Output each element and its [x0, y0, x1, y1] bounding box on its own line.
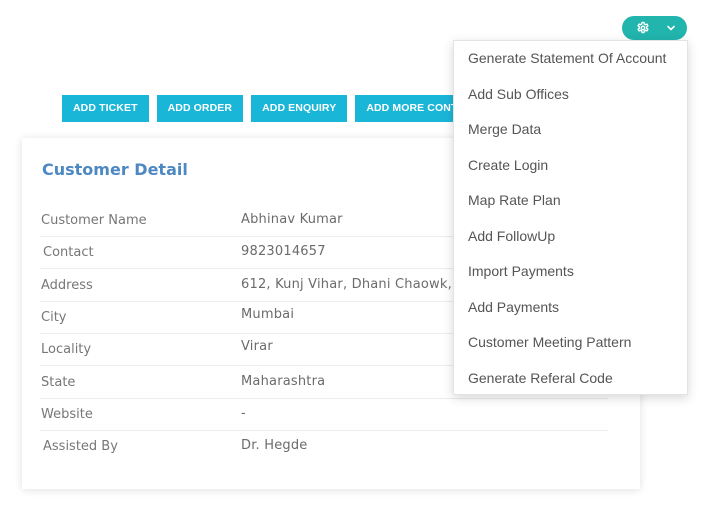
detail-label: Website — [41, 407, 93, 422]
chevron-down-icon — [666, 23, 676, 33]
menu-item-add-sub-offices[interactable]: Add Sub Offices — [454, 77, 687, 113]
detail-value: Virar — [241, 339, 273, 354]
gear-icon — [636, 21, 650, 35]
detail-label: Customer Name — [41, 213, 147, 228]
detail-value: 612, Kunj Vihar, Dhani Chaowk, Vi — [241, 277, 469, 292]
detail-value: Mumbai — [241, 307, 295, 322]
detail-label: Locality — [41, 342, 92, 357]
settings-dropdown-toggle[interactable] — [622, 16, 687, 40]
settings-dropdown-menu: Generate Statement Of Account Add Sub Of… — [453, 40, 688, 395]
menu-item-add-payments[interactable]: Add Payments — [454, 290, 687, 326]
detail-value: - — [241, 406, 246, 421]
card-title: Customer Detail — [42, 160, 188, 179]
detail-label: Contact — [43, 245, 94, 260]
menu-item-customer-meeting-pattern[interactable]: Customer Meeting Pattern — [454, 325, 687, 361]
menu-item-generate-statement[interactable]: Generate Statement Of Account — [454, 41, 687, 77]
menu-item-merge-data[interactable]: Merge Data — [454, 112, 687, 148]
detail-value: Maharashtra — [241, 374, 326, 389]
add-order-button[interactable]: ADD ORDER — [156, 95, 244, 122]
menu-item-create-login[interactable]: Create Login — [454, 148, 687, 184]
detail-value: Dr. Hegde — [241, 438, 308, 453]
detail-label: Address — [41, 278, 93, 293]
detail-row-assisted-by: Assisted By Dr. Hegde — [40, 431, 608, 463]
detail-label: City — [41, 310, 67, 325]
action-bar: ADD TICKET ADD ORDER ADD ENQUIRY ADD MOR… — [62, 95, 497, 122]
menu-item-add-followup[interactable]: Add FollowUp — [454, 219, 687, 255]
add-enquiry-button[interactable]: ADD ENQUIRY — [251, 95, 348, 122]
menu-item-import-payments[interactable]: Import Payments — [454, 254, 687, 290]
detail-label: Assisted By — [43, 439, 118, 454]
add-ticket-button[interactable]: ADD TICKET — [62, 95, 149, 122]
detail-value: 9823014657 — [241, 244, 326, 259]
detail-label: State — [41, 375, 76, 390]
detail-value: Abhinav Kumar — [241, 212, 343, 227]
detail-row-website: Website - — [40, 399, 608, 431]
menu-item-generate-referal-code[interactable]: Generate Referal Code — [454, 361, 687, 397]
menu-item-map-rate-plan[interactable]: Map Rate Plan — [454, 183, 687, 219]
